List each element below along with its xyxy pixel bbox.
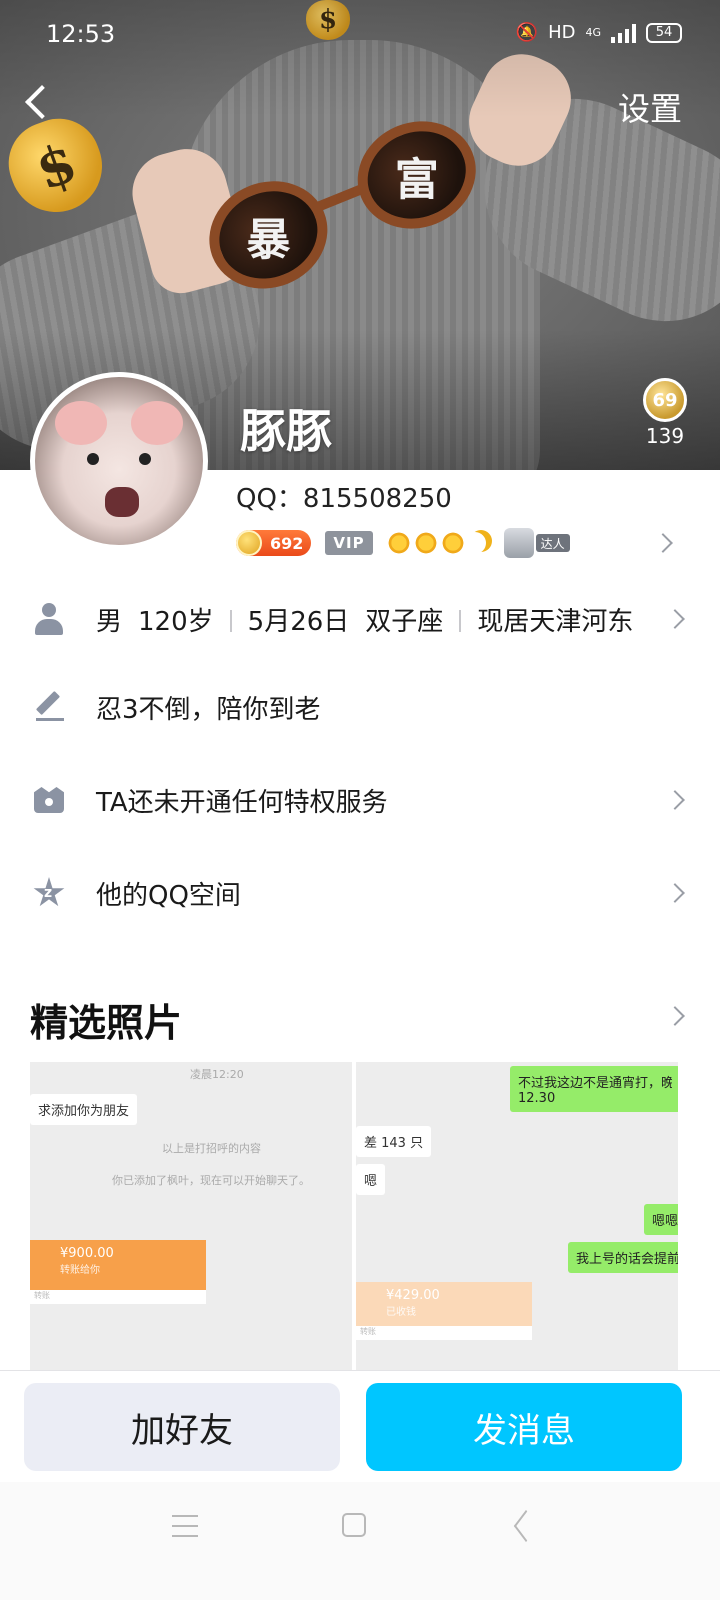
pen-icon bbox=[34, 692, 64, 722]
chevron-right-icon bbox=[665, 883, 685, 903]
avatar-eye bbox=[87, 453, 99, 465]
divider bbox=[229, 609, 232, 632]
photos-chevron-right-icon[interactable] bbox=[665, 1006, 685, 1026]
qzone-row[interactable]: 他的QQ空间 bbox=[0, 848, 720, 938]
settings-button[interactable]: 设置 bbox=[618, 84, 682, 130]
transfer-note: 转账给你 bbox=[60, 1265, 100, 1276]
qzone-text: 他的QQ空间 bbox=[96, 880, 241, 911]
avatar-ear bbox=[131, 401, 183, 445]
network-label: HD bbox=[548, 22, 576, 43]
transfer-amount: ¥900.00 bbox=[60, 1246, 114, 1261]
transfer-footer: 转账 bbox=[30, 1290, 206, 1304]
send-message-button[interactable]: 发消息 bbox=[366, 1383, 682, 1471]
gender: 男 bbox=[96, 606, 123, 637]
daren-badge: 达人 bbox=[503, 528, 570, 558]
chevron-right-icon bbox=[665, 609, 685, 629]
age: 120岁 bbox=[138, 606, 214, 637]
chat-bubble: 求添加你为朋友 bbox=[30, 1094, 138, 1125]
chat-system-text: 以上是打招呼的内容 bbox=[162, 1142, 261, 1155]
chat-time: 凌晨12:20 bbox=[190, 1068, 244, 1081]
chat-bubble: 嗯 bbox=[356, 1164, 386, 1195]
vip-badge: VIP bbox=[325, 531, 373, 555]
pen-icon-wrap bbox=[32, 690, 66, 724]
chat-bubble: 差 143 只 bbox=[356, 1126, 432, 1157]
photos-title: 精选照片 bbox=[30, 1001, 183, 1045]
chat-system-text: 你已添加了枫叶，现在可以开始聊天了。 bbox=[112, 1174, 310, 1187]
crown-icon bbox=[34, 787, 64, 813]
transfer-card: ¥900.00 转账给你 bbox=[30, 1240, 206, 1290]
home-icon[interactable] bbox=[342, 1513, 366, 1537]
photo-thumbnail-1[interactable]: 凌晨12:20 求添加你为朋友 以上是打招呼的内容 你已添加了枫叶，现在可以开始… bbox=[30, 1062, 352, 1370]
signal-type: 4G bbox=[585, 26, 601, 39]
qzone-star-icon-wrap bbox=[32, 876, 66, 910]
photo-grid: 凌晨12:20 求添加你为朋友 以上是打招呼的内容 你已添加了枫叶，现在可以开始… bbox=[30, 1062, 678, 1370]
daren-label: 达人 bbox=[535, 534, 570, 552]
system-navigation-bar bbox=[0, 1482, 720, 1600]
chevron-right-icon bbox=[653, 533, 673, 553]
privilege-row[interactable]: TA还未开通任何特权服务 bbox=[0, 755, 720, 845]
moon-icon bbox=[464, 532, 486, 554]
sun-icon bbox=[413, 531, 438, 555]
battery-icon: 54 bbox=[646, 22, 682, 43]
privilege-text: TA还未开通任何特权服务 bbox=[96, 787, 388, 818]
like-badge[interactable]: 69 139 bbox=[630, 378, 700, 448]
chat-line: 12.30 bbox=[518, 1091, 556, 1106]
transfer-note: 已收钱 bbox=[386, 1307, 416, 1318]
nickname: 豚豚 bbox=[240, 404, 332, 458]
signal-icon bbox=[611, 23, 636, 43]
back-triangle-icon[interactable] bbox=[510, 1512, 536, 1538]
person-icon bbox=[34, 603, 64, 635]
action-bar: 加好友 发消息 bbox=[0, 1370, 720, 1482]
mute-bell-icon: 🔕 bbox=[515, 22, 539, 43]
avatar-mouth bbox=[105, 487, 139, 517]
transfer-card: ¥429.00 已收钱 bbox=[356, 1282, 532, 1332]
basic-info-row[interactable]: 男 120岁 5月26日 双子座 现居天津河东 bbox=[0, 574, 720, 664]
avatar-ear bbox=[55, 401, 107, 445]
coin-value: 692 bbox=[270, 533, 304, 553]
back-button[interactable] bbox=[18, 82, 58, 126]
photo-thumbnail-2[interactable]: 不过我这边不是通宵打，晚上 12.30 差 143 只 嗯 嗯嗯 我上号的话会提… bbox=[356, 1062, 678, 1370]
status-bar: 12:53 🔕 HD 4G 54 bbox=[0, 0, 720, 70]
birthday: 5月26日 bbox=[247, 606, 350, 637]
person-icon-wrap bbox=[32, 602, 66, 636]
status-time: 12:53 bbox=[46, 20, 116, 48]
transfer-amount: ¥429.00 bbox=[386, 1288, 440, 1303]
chat-line: 不过我这边不是通宵打，晚上 bbox=[518, 1076, 672, 1091]
chat-bubble-sent: 嗯嗯 bbox=[644, 1204, 678, 1235]
zodiac: 双子座 bbox=[365, 606, 444, 637]
qq-level-icons bbox=[386, 531, 490, 555]
basic-info-text: 男 120岁 5月26日 双子座 现居天津河东 bbox=[96, 601, 633, 638]
qq-number[interactable]: QQ：815508250 bbox=[236, 478, 452, 515]
signature-row[interactable]: 忍3不倒，陪你到老 bbox=[0, 662, 720, 752]
daren-wing-icon bbox=[503, 528, 534, 558]
like-count: 139 bbox=[645, 424, 685, 448]
coin-icon bbox=[236, 530, 262, 556]
qzone-star-icon bbox=[33, 877, 65, 907]
add-friend-button[interactable]: 加好友 bbox=[24, 1383, 340, 1471]
avatar-eye bbox=[139, 453, 151, 465]
transfer-footer: 转账 bbox=[356, 1326, 532, 1340]
profile-page: 暴 富 $ $ 12:53 🔕 HD 4G 54 设置 豚豚 69 139 QQ… bbox=[0, 0, 720, 1600]
chat-bubble-sent: 不过我这边不是通宵打，晚上 12.30 bbox=[510, 1066, 678, 1112]
badge-row[interactable]: 692 VIP 达人 bbox=[236, 526, 684, 560]
status-indicators: 🔕 HD 4G 54 bbox=[516, 22, 682, 43]
avatar[interactable] bbox=[30, 372, 208, 550]
coin-badge: 692 bbox=[236, 530, 312, 556]
signature-text: 忍3不倒，陪你到老 bbox=[96, 694, 321, 725]
divider bbox=[459, 609, 462, 632]
sun-icon bbox=[386, 531, 411, 555]
crown-icon-wrap bbox=[32, 783, 66, 817]
chat-bubble-sent: 我上号的话会提前 bbox=[568, 1242, 678, 1273]
like-level-icon: 69 bbox=[643, 378, 687, 422]
menu-icon[interactable] bbox=[172, 1515, 198, 1537]
sun-icon bbox=[440, 531, 465, 555]
location: 现居天津河东 bbox=[477, 606, 634, 637]
chevron-right-icon bbox=[665, 790, 685, 810]
